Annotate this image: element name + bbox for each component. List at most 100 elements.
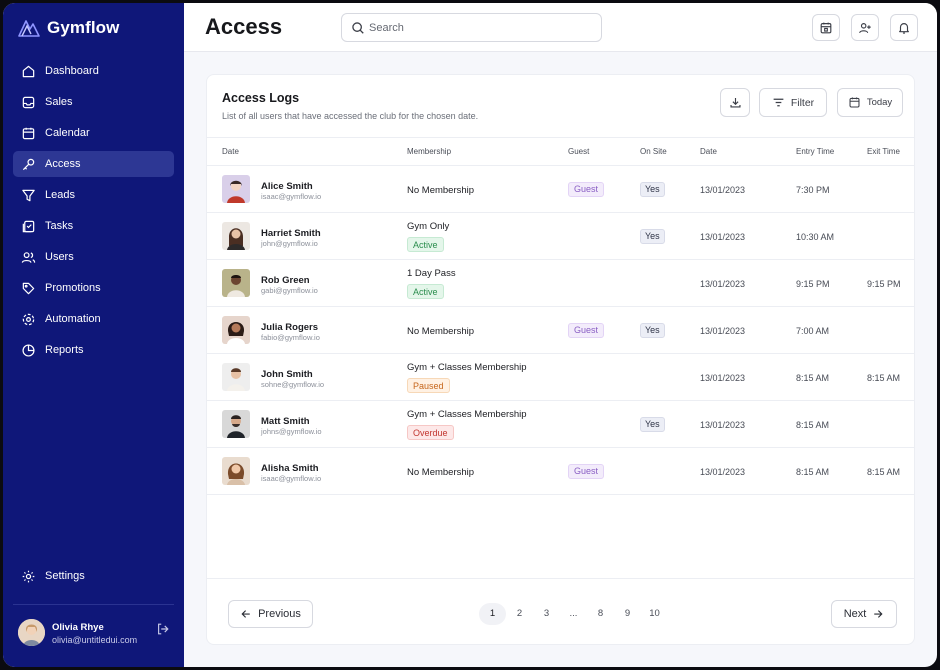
tag-icon [21, 281, 36, 296]
table-row[interactable]: Rob Green gabi@gymflow.io 1 Day Pass Act… [207, 260, 914, 307]
calendar-icon [849, 97, 860, 108]
previous-label: Previous [258, 608, 301, 620]
pie-chart-icon [21, 343, 36, 358]
date-cell: 13/01/2023 [700, 467, 746, 477]
app-name: Gymflow [47, 18, 120, 37]
column-header[interactable]: Date [700, 147, 717, 156]
today-label: Today [866, 97, 893, 108]
column-header[interactable]: Date [222, 147, 239, 156]
arrow-right-icon [874, 610, 883, 618]
tasks-icon [21, 219, 36, 234]
search-input[interactable] [369, 14, 594, 41]
sidebar-item-label: Access [45, 158, 81, 170]
filter-lines-icon [773, 98, 784, 107]
member-email: sohne@gymflow.io [261, 380, 325, 389]
column-header[interactable]: Exit Time [867, 147, 900, 156]
entry-time-cell: 9:15 PM [796, 279, 830, 289]
key-icon [21, 157, 36, 172]
column-header[interactable]: Guest [568, 147, 589, 156]
user-plus-icon [859, 22, 871, 33]
avatar [222, 175, 250, 203]
filter-label: Filter [790, 96, 815, 109]
table-row[interactable]: Alisha Smith isaac@gymflow.io No Members… [207, 448, 914, 495]
page-number[interactable]: 8 [587, 603, 614, 625]
table-header: Date Membership Guest On Site Date Entry… [207, 137, 914, 166]
guest-badge: Guest [568, 323, 605, 338]
page-number[interactable]: 2 [506, 603, 533, 625]
status-badge: Active [407, 284, 444, 299]
column-header[interactable]: Entry Time [796, 147, 834, 156]
page-number[interactable]: 1 [479, 603, 506, 625]
download-button[interactable] [720, 88, 750, 117]
sidebar-item-dashboard[interactable]: Dashboard [13, 58, 174, 84]
entry-time-cell: 7:30 PM [796, 185, 830, 195]
logout-icon[interactable] [156, 622, 170, 636]
member-email: fabio@gymflow.io [261, 333, 320, 342]
sidebar-item-users[interactable]: Users [13, 244, 174, 270]
sidebar-item-promotions[interactable]: Promotions [13, 275, 174, 301]
onsite-badge: Yes [640, 417, 665, 432]
sidebar-item-access[interactable]: Access [13, 151, 174, 177]
table-row[interactable]: Matt Smith johns@gymflow.io Gym + Classe… [207, 401, 914, 448]
date-cell: 13/01/2023 [700, 185, 746, 195]
search-box[interactable] [341, 13, 602, 42]
access-logs-card: Access Logs List of all users that have … [206, 74, 915, 645]
sidebar-item-label: Tasks [45, 220, 74, 232]
page-number[interactable]: 10 [641, 603, 668, 625]
logo[interactable]: Gymflow [17, 16, 120, 40]
avatar [222, 457, 250, 485]
page-title: Access [205, 14, 283, 39]
home-icon [21, 64, 36, 79]
gymflow-logo-icon [18, 20, 40, 37]
entry-time-cell: 7:00 AM [796, 326, 830, 336]
table-row[interactable]: John Smith sohne@gymflow.io Gym + Classe… [207, 354, 914, 401]
table-row[interactable]: Julia Rogers fabio@gymflow.io No Members… [207, 307, 914, 354]
entry-time-cell: 10:30 AM [796, 232, 835, 242]
exit-time-cell: 8:15 AM [867, 467, 901, 477]
table-row[interactable]: Harriet Smith john@gymflow.io Gym Only A… [207, 213, 914, 260]
status-badge: Overdue [407, 425, 454, 440]
date-cell: 13/01/2023 [700, 326, 746, 336]
sidebar-item-label: Reports [45, 344, 84, 356]
sidebar-item-settings[interactable]: Settings [13, 563, 174, 589]
app-window: Gymflow Dashboard Sales Calendar Access … [3, 3, 937, 667]
next-label: Next [843, 608, 867, 620]
date-cell: 13/01/2023 [700, 232, 746, 242]
onsite-badge: Yes [640, 182, 665, 197]
member-email: gabi@gymflow.io [261, 286, 318, 295]
previous-button[interactable]: Previous [228, 600, 313, 628]
sidebar-settings: Settings [13, 563, 174, 594]
sidebar-item-calendar[interactable]: Calendar [13, 120, 174, 146]
sidebar-item-label: Leads [45, 189, 75, 201]
guest-badge: Guest [568, 464, 605, 479]
calendar-button[interactable] [812, 14, 840, 41]
column-header[interactable]: Membership [407, 147, 451, 156]
membership-name: No Membership [407, 326, 475, 337]
page-number[interactable]: 3 [533, 603, 560, 625]
onsite-badge: Yes [640, 323, 665, 338]
add-user-button[interactable] [851, 14, 879, 41]
sidebar-item-label: Automation [45, 313, 101, 325]
avatar [222, 363, 250, 391]
entry-time-cell: 8:15 AM [796, 373, 830, 383]
member-name: Alice Smith [261, 181, 313, 192]
sidebar-item-automation[interactable]: Automation [13, 306, 174, 332]
page-number[interactable]: 9 [614, 603, 641, 625]
sidebar-item-tasks[interactable]: Tasks [13, 213, 174, 239]
sidebar-nav: Dashboard Sales Calendar Access Leads Ta… [13, 58, 174, 368]
bell-icon [899, 22, 909, 34]
sidebar-item-label: Sales [45, 96, 73, 108]
guest-badge: Guest [568, 182, 605, 197]
sidebar-item-reports[interactable]: Reports [13, 337, 174, 363]
column-header[interactable]: On Site [640, 147, 667, 156]
user-profile[interactable]: Olivia Rhye olivia@untitledui.com [18, 619, 173, 647]
next-button[interactable]: Next [831, 600, 897, 628]
membership-name: No Membership [407, 467, 475, 478]
filter-button[interactable]: Filter [759, 88, 827, 117]
sidebar-item-label: Promotions [45, 282, 101, 294]
table-row[interactable]: Alice Smith isaac@gymflow.io No Membersh… [207, 166, 914, 213]
date-picker-button[interactable]: Today [837, 88, 903, 117]
sidebar-item-leads[interactable]: Leads [13, 182, 174, 208]
sidebar-item-sales[interactable]: Sales [13, 89, 174, 115]
notifications-button[interactable] [890, 14, 918, 41]
